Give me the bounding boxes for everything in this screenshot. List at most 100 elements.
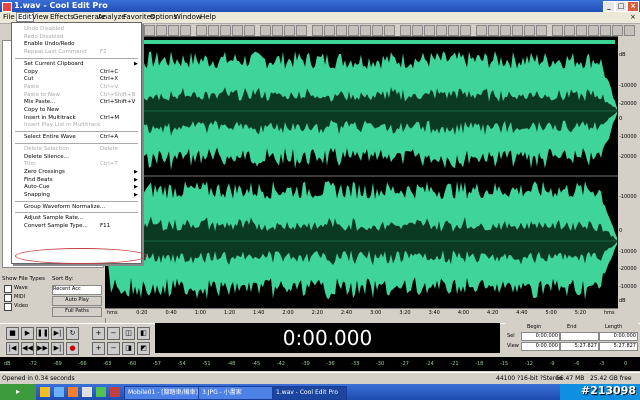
edit-menu-item[interactable]: Mix Paste... xyxy=(24,99,55,105)
view-end-field[interactable]: 5:27.827 xyxy=(560,342,599,351)
toolbar-button[interactable] xyxy=(524,25,535,36)
time-ruler[interactable]: hms 0:20 0:40 1:00 1:20 1:40 2:00 2:20 2:40 3:00 3… xyxy=(105,308,618,318)
pause-icon[interactable]: ❚❚ xyxy=(36,327,49,340)
midi-checkbox[interactable] xyxy=(4,294,12,302)
close-button[interactable]: × xyxy=(627,1,639,12)
quicklaunch-icon[interactable] xyxy=(68,387,78,397)
toolbar-button[interactable] xyxy=(208,25,219,36)
toolbar-button[interactable] xyxy=(260,25,271,36)
toolbar-button[interactable] xyxy=(400,25,411,36)
toolbar-button[interactable] xyxy=(564,25,575,36)
start-button[interactable]: ▸ xyxy=(0,384,36,400)
toolbar-button[interactable] xyxy=(348,25,359,36)
edit-menu-item[interactable]: Enable Undo/Redo xyxy=(24,41,75,47)
toolbar-button[interactable] xyxy=(156,25,167,36)
quicklaunch-icon[interactable] xyxy=(110,387,120,397)
edit-menu-item[interactable]: Select Entire Wave xyxy=(24,134,76,140)
view-length-field[interactable]: 5:27.827 xyxy=(599,342,638,351)
zoom-full-icon[interactable]: ◫ xyxy=(122,327,135,340)
zoom-selection-icon[interactable]: ◧ xyxy=(137,327,150,340)
menu-edit[interactable]: Edit xyxy=(16,12,34,22)
menu-close-icon[interactable]: × xyxy=(630,13,636,21)
toolbar-button[interactable] xyxy=(624,25,635,36)
toolbar-button[interactable] xyxy=(312,25,323,36)
toolbar-button[interactable] xyxy=(244,25,255,36)
zoom-in-horizontal-icon[interactable]: + xyxy=(92,327,105,340)
edit-menu-item[interactable]: Convert Sample Type... xyxy=(24,223,88,229)
toolbar-button[interactable] xyxy=(424,25,435,36)
sel-begin-field[interactable]: 0:00.000 xyxy=(521,332,560,341)
edit-menu-item[interactable]: Set Current Clipboard xyxy=(24,61,83,67)
rewind-icon[interactable]: ◀◀ xyxy=(21,342,34,355)
zoom-in-vertical-icon[interactable]: + xyxy=(92,342,105,355)
record-icon[interactable]: ● xyxy=(66,342,79,355)
toolbar-button[interactable] xyxy=(552,25,563,36)
toolbar-button[interactable] xyxy=(588,25,599,36)
play-to-end-icon[interactable]: ▶| xyxy=(51,327,64,340)
video-checkbox[interactable] xyxy=(4,303,12,311)
toolbar-button[interactable] xyxy=(448,25,459,36)
toolbar-button[interactable] xyxy=(360,25,371,36)
toolbar-button[interactable] xyxy=(600,25,611,36)
menu-effects[interactable]: Effects xyxy=(50,13,74,21)
auto-play-button[interactable]: Auto Play xyxy=(52,296,102,306)
edit-menu-item[interactable]: Find Beats xyxy=(24,177,53,183)
minimize-button[interactable]: _ xyxy=(603,1,615,12)
full-paths-button[interactable]: Full Paths xyxy=(52,307,102,317)
sel-length-field[interactable]: 0:00.000 xyxy=(599,332,638,341)
edit-menu-item[interactable]: Group Waveform Normalize... xyxy=(24,204,105,210)
toolbar-button[interactable] xyxy=(220,25,231,36)
edit-menu-item[interactable]: Copy xyxy=(24,69,38,75)
edit-menu-item[interactable]: Auto-Cue xyxy=(24,184,50,190)
menu-options[interactable]: Options xyxy=(150,13,177,21)
maximize-button[interactable]: □ xyxy=(615,1,627,12)
menu-window[interactable]: Window xyxy=(174,13,202,21)
toolbar-button[interactable] xyxy=(336,25,347,36)
stop-icon[interactable]: ■ xyxy=(6,327,19,340)
menu-file[interactable]: File xyxy=(3,13,15,21)
edit-menu-item[interactable]: Delete Silence... xyxy=(24,154,69,160)
zoom-out-horizontal-icon[interactable]: − xyxy=(107,327,120,340)
go-to-start-icon[interactable]: |◀ xyxy=(6,342,19,355)
edit-menu-item[interactable]: Copy to New xyxy=(24,107,59,113)
toolbar-button[interactable] xyxy=(512,25,523,36)
view-begin-field[interactable]: 0:00.000 xyxy=(521,342,560,351)
toolbar-button[interactable] xyxy=(576,25,587,36)
toolbar-button[interactable] xyxy=(324,25,335,36)
toolbar-button[interactable] xyxy=(536,25,547,36)
toolbar-button[interactable] xyxy=(284,25,295,36)
toolbar-button[interactable] xyxy=(488,25,499,36)
taskbar-item[interactable]: Mobile01 - [腳踏車/機車] xyxy=(124,386,199,400)
quicklaunch-icon[interactable] xyxy=(54,387,64,397)
edit-menu-item[interactable]: Insert in Multitrack xyxy=(24,115,76,121)
waveform-display[interactable] xyxy=(105,46,618,308)
zoom-out-vertical-icon[interactable]: − xyxy=(107,342,120,355)
toolbar-button[interactable] xyxy=(168,25,179,36)
taskbar-item-active[interactable]: 1.wav - Cool Edit Pro xyxy=(272,386,347,400)
toolbar-button[interactable] xyxy=(460,25,471,36)
toolbar-button[interactable] xyxy=(500,25,511,36)
go-to-end-icon[interactable]: ▶| xyxy=(51,342,64,355)
play-icon[interactable]: ▶ xyxy=(21,327,34,340)
toolbar-button[interactable] xyxy=(412,25,423,36)
toolbar-button[interactable] xyxy=(372,25,383,36)
toolbar-button[interactable] xyxy=(232,25,243,36)
menu-analyze[interactable]: Analyze xyxy=(98,13,126,21)
toolbar-button[interactable] xyxy=(296,25,307,36)
fast-forward-icon[interactable]: ▶▶ xyxy=(36,342,49,355)
edit-menu-item[interactable]: Snapping xyxy=(24,192,50,198)
menu-help[interactable]: Help xyxy=(200,13,216,21)
toolbar-button[interactable] xyxy=(144,25,155,36)
taskbar-item[interactable]: 3.JPG - 小畵家 xyxy=(198,386,273,400)
toolbar-button[interactable] xyxy=(272,25,283,36)
edit-menu-item[interactable]: Cut xyxy=(24,76,33,82)
zoom-left-icon[interactable]: ◨ xyxy=(122,342,135,355)
zoom-right-icon[interactable]: ◩ xyxy=(137,342,150,355)
edit-menu-item[interactable]: Zero Crossings xyxy=(24,169,65,175)
toolbar-button[interactable] xyxy=(384,25,395,36)
toolbar-button[interactable] xyxy=(436,25,447,36)
menu-view[interactable]: View xyxy=(32,13,49,21)
toolbar-button[interactable] xyxy=(476,25,487,36)
quicklaunch-icon[interactable] xyxy=(96,387,106,397)
sort-by-select[interactable]: Recent Acc xyxy=(52,285,102,295)
